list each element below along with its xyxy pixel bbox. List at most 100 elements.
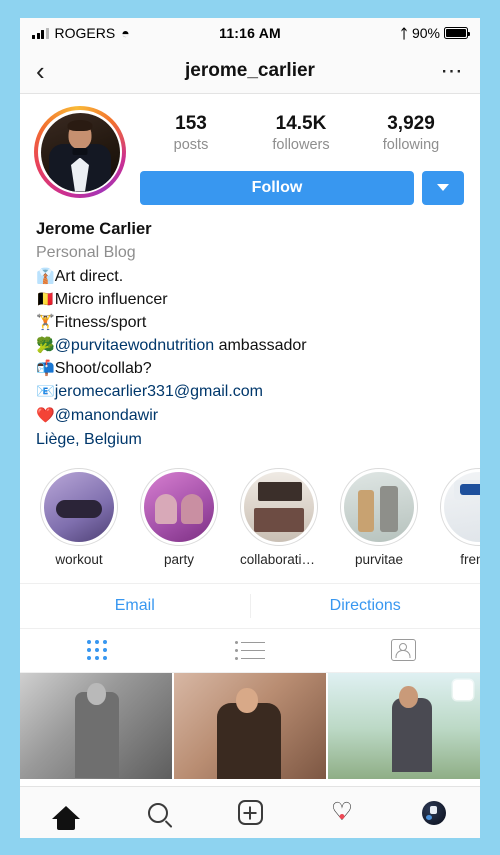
stat-posts[interactable]: 153 posts: [136, 112, 246, 155]
red-heart-icon: ❤️: [36, 405, 55, 424]
chevron-down-icon: [437, 184, 449, 192]
post-2[interactable]: [174, 672, 326, 779]
bio-line: 📬Shoot/collab?: [36, 357, 464, 380]
home-icon: [52, 806, 80, 830]
tagged-tab[interactable]: [327, 629, 480, 672]
weightlifter-icon: 🏋️: [36, 312, 55, 331]
followers-count: 14.5K: [275, 113, 327, 134]
bio-section: Jerome Carlier Personal Blog 👔Art direct…: [20, 205, 480, 452]
bio-line: 🇧🇪Micro influencer: [36, 288, 464, 311]
bio-line: 🥦@purvitaewodnutrition ambassador: [36, 334, 464, 357]
content-tabs: [20, 629, 480, 673]
heart-icon: ♡: [330, 798, 354, 826]
bio-line: 🏋️Fitness/sport: [36, 311, 464, 334]
highlight-cover: [44, 471, 114, 542]
activity-tab[interactable]: ♡: [296, 800, 388, 825]
follow-button[interactable]: Follow: [140, 170, 414, 205]
bio-text: Fitness/sport: [54, 313, 147, 331]
nav-bar: ‹ jerome_carlier ⋯: [20, 48, 480, 94]
multi-post-icon: [453, 679, 473, 700]
highlight-label: workout: [55, 551, 103, 567]
grid-icon: [86, 640, 107, 661]
notification-badge: [339, 814, 345, 819]
following-label: following: [382, 136, 440, 153]
clock-label: 11:16 AM: [219, 25, 281, 41]
broccoli-icon: 🥦: [36, 336, 55, 355]
stat-following[interactable]: 3,929 following: [356, 112, 466, 155]
list-tab[interactable]: [173, 629, 326, 672]
chevron-left-icon[interactable]: ‹: [36, 58, 70, 84]
highlight-cover: [144, 471, 214, 542]
bio-text: Art direct.: [54, 267, 124, 285]
grid-tab[interactable]: [20, 629, 173, 672]
profile-scroll-area: 153 posts 14.5K followers 3,929 followin…: [20, 94, 480, 786]
highlight-label: collaboratio...: [240, 551, 318, 567]
directions-button[interactable]: Directions: [251, 584, 481, 628]
add-post-tab[interactable]: [204, 800, 296, 825]
highlight-cover: [344, 471, 414, 542]
page-title: jerome_carlier: [185, 59, 315, 81]
necktie-icon: 👔: [36, 266, 55, 285]
stats-section: 153 posts 14.5K followers 3,929 followin…: [130, 106, 466, 205]
highlight-cover: [444, 471, 480, 542]
highlight-workout[interactable]: workout: [40, 467, 118, 567]
bio-line: 👔Art direct.: [36, 265, 464, 288]
tagged-person-icon: [390, 639, 416, 662]
story-ring: [34, 106, 126, 198]
highlight-cover: [244, 471, 314, 542]
profile-tab[interactable]: [388, 800, 480, 825]
story-highlights: workout party collaboratio... purvitae f…: [20, 452, 480, 567]
followers-label: followers: [272, 136, 330, 153]
posts-label: posts: [173, 136, 209, 153]
carrier-label: ROGERS: [54, 25, 116, 41]
list-icon: [234, 640, 265, 660]
plus-square-icon: [237, 800, 263, 825]
post-grid: [20, 672, 480, 779]
bio-text: ambassador: [214, 337, 307, 355]
display-name: Jerome Carlier: [36, 219, 152, 238]
belgium-flag-icon: 🇧🇪: [36, 289, 55, 308]
mention-link[interactable]: @purvitaewodnutrition: [55, 337, 214, 354]
stat-followers[interactable]: 14.5K followers: [246, 112, 356, 155]
bio-line: 📧jeromecarlier331@gmail.com: [36, 380, 464, 403]
ellipsis-icon[interactable]: ⋯: [430, 59, 464, 81]
bio-text: Shoot/collab?: [54, 360, 152, 378]
location-link[interactable]: Liège, Belgium: [36, 427, 464, 452]
post-3[interactable]: [328, 672, 480, 779]
avatar[interactable]: [34, 106, 130, 198]
status-bar: ROGERS ◓ 11:16 AM ᛏ 90%: [20, 18, 480, 48]
bio-text: Micro influencer: [54, 290, 168, 308]
posts-count: 153: [175, 113, 207, 134]
search-icon: [148, 802, 168, 823]
highlight-french[interactable]: french: [440, 467, 480, 567]
mailbox-icon: 📬: [36, 359, 55, 378]
phone-screen: ROGERS ◓ 11:16 AM ᛏ 90% ‹ jerome_carlier…: [20, 18, 480, 838]
battery-percent-label: 90%: [411, 25, 440, 41]
email-link[interactable]: jeromecarlier331@gmail.com: [55, 383, 263, 400]
post-1[interactable]: [20, 672, 172, 779]
contact-buttons: Email Directions: [20, 582, 481, 629]
following-count: 3,929: [387, 113, 435, 134]
wifi-icon: ◓: [121, 25, 130, 41]
profile-avatar-icon: [422, 800, 446, 825]
bluetooth-icon: ᛏ: [400, 25, 408, 41]
bio-line: ❤️@manondawir: [36, 404, 464, 427]
account-category: Personal Blog: [36, 244, 136, 262]
follow-options-button[interactable]: [422, 170, 464, 205]
battery-full-icon: [444, 27, 471, 39]
highlight-label: purvitae: [354, 551, 404, 567]
bottom-tab-bar: ♡: [20, 786, 480, 838]
highlight-collaboration[interactable]: collaboratio...: [240, 467, 318, 567]
home-tab[interactable]: [20, 806, 112, 830]
highlight-label: party: [163, 551, 194, 567]
mention-link[interactable]: @manondawir: [55, 407, 158, 424]
highlight-purvitae[interactable]: purvitae: [340, 467, 418, 567]
email-button[interactable]: Email: [20, 584, 250, 628]
email-icon: 📧: [36, 382, 55, 401]
signal-bars-icon: [32, 27, 49, 39]
highlight-label: french: [460, 551, 480, 567]
profile-picture: [40, 112, 120, 192]
search-tab[interactable]: [112, 802, 204, 823]
profile-header: 153 posts 14.5K followers 3,929 followin…: [20, 94, 480, 205]
highlight-party[interactable]: party: [140, 467, 218, 567]
